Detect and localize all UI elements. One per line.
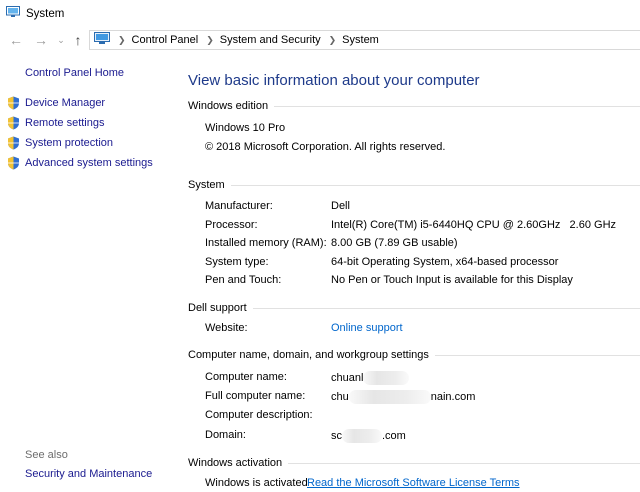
pen-touch-value: No Pen or Touch Input is available for t… xyxy=(331,274,573,286)
computer-name-text: chuanl xyxy=(331,372,363,384)
domain-prefix: sc xyxy=(331,430,342,442)
domain-label: Domain: xyxy=(205,429,246,441)
section-dell-support: Dell support xyxy=(188,302,640,314)
sidebar-item-label: Device Manager xyxy=(25,97,105,109)
redacted-area xyxy=(363,371,409,385)
shield-icon xyxy=(7,136,20,150)
address-bar[interactable]: ❯ Control Panel ❯ System and Security ❯ … xyxy=(89,30,640,50)
computer-name-value: chuanl xyxy=(331,371,409,385)
section-heading: Computer name, domain, and workgroup set… xyxy=(188,349,429,361)
chevron-right-icon[interactable]: ❯ xyxy=(329,35,337,46)
activation-status: Windows is activated xyxy=(205,477,308,489)
up-arrow-icon[interactable]: ↑ xyxy=(67,29,89,51)
processor-label: Processor: xyxy=(205,219,258,231)
divider xyxy=(288,463,640,464)
navigation-bar: ← → ⌄ ↑ ❯ Control Panel ❯ System and Sec… xyxy=(0,27,640,53)
system-type-value: 64-bit Operating System, x64-based proce… xyxy=(331,256,558,268)
license-terms-link[interactable]: Read the Microsoft Software License Term… xyxy=(307,477,520,489)
section-heading: Windows edition xyxy=(188,100,268,112)
website-label: Website: xyxy=(205,322,248,334)
breadcrumb-system-and-security[interactable]: System and Security xyxy=(220,34,321,46)
memory-label: Installed memory (RAM): xyxy=(205,237,327,249)
sidebar-item-label: Remote settings xyxy=(25,117,104,129)
domain-suffix: .com xyxy=(382,430,406,442)
redacted-area xyxy=(349,390,431,404)
shield-icon xyxy=(7,156,20,170)
control-panel-icon xyxy=(94,32,110,48)
sidebar-item-advanced-system-settings[interactable]: Advanced system settings xyxy=(7,156,153,170)
system-type-label: System type: xyxy=(205,256,269,268)
redacted-area xyxy=(342,429,382,443)
forward-arrow-icon[interactable]: → xyxy=(30,29,52,51)
back-arrow-icon[interactable]: ← xyxy=(5,29,27,51)
online-support-link[interactable]: Online support xyxy=(331,322,403,334)
section-windows-edition: Windows edition xyxy=(188,100,640,112)
full-computer-name-label: Full computer name: xyxy=(205,390,305,402)
full-name-suffix: nain.com xyxy=(431,391,476,403)
control-panel-home-link[interactable]: Control Panel Home xyxy=(25,67,124,79)
shield-icon xyxy=(7,96,20,110)
pen-touch-label: Pen and Touch: xyxy=(205,274,281,286)
page-title: View basic information about your comput… xyxy=(188,72,480,89)
computer-name-label: Computer name: xyxy=(205,371,287,383)
sidebar-item-system-protection[interactable]: System protection xyxy=(7,136,113,150)
security-and-maintenance-link[interactable]: Security and Maintenance xyxy=(25,468,152,480)
divider xyxy=(274,106,640,107)
domain-value: sc .com xyxy=(331,429,406,443)
manufacturer-value: Dell xyxy=(331,200,350,212)
sidebar-item-device-manager[interactable]: Device Manager xyxy=(7,96,105,110)
section-computer-name: Computer name, domain, and workgroup set… xyxy=(188,349,640,361)
chevron-right-icon[interactable]: ❯ xyxy=(206,35,214,46)
computer-description-label: Computer description: xyxy=(205,409,313,421)
sidebar-item-label: Advanced system settings xyxy=(25,157,153,169)
divider xyxy=(435,355,640,356)
divider xyxy=(231,185,640,186)
main-content: View basic information about your comput… xyxy=(188,53,640,492)
copyright-text: © 2018 Microsoft Corporation. All rights… xyxy=(205,141,445,153)
section-heading: System xyxy=(188,179,225,191)
window-title: System xyxy=(26,8,64,20)
section-system: System xyxy=(188,179,640,191)
full-name-prefix: chu xyxy=(331,391,349,403)
sidebar-item-label: System protection xyxy=(25,137,113,149)
breadcrumb-system[interactable]: System xyxy=(342,34,379,46)
chevron-right-icon[interactable]: ❯ xyxy=(118,35,126,46)
memory-value: 8.00 GB (7.89 GB usable) xyxy=(331,237,458,249)
section-heading: Windows activation xyxy=(188,457,282,469)
manufacturer-label: Manufacturer: xyxy=(205,200,273,212)
edition-name: Windows 10 Pro xyxy=(205,122,285,134)
full-computer-name-value: chu nain.com xyxy=(331,390,475,404)
divider xyxy=(253,308,640,309)
section-heading: Dell support xyxy=(188,302,247,314)
sidebar-item-remote-settings[interactable]: Remote settings xyxy=(7,116,104,130)
section-windows-activation: Windows activation xyxy=(188,457,640,469)
title-bar: System xyxy=(0,0,640,27)
sidebar: Control Panel Home Device Manager Remote… xyxy=(0,53,170,492)
see-also-heading: See also xyxy=(25,449,68,461)
shield-icon xyxy=(7,116,20,130)
processor-value: Intel(R) Core(TM) i5-6440HQ CPU @ 2.60GH… xyxy=(331,219,616,231)
breadcrumb-control-panel[interactable]: Control Panel xyxy=(132,34,199,46)
system-monitor-icon xyxy=(6,6,20,21)
